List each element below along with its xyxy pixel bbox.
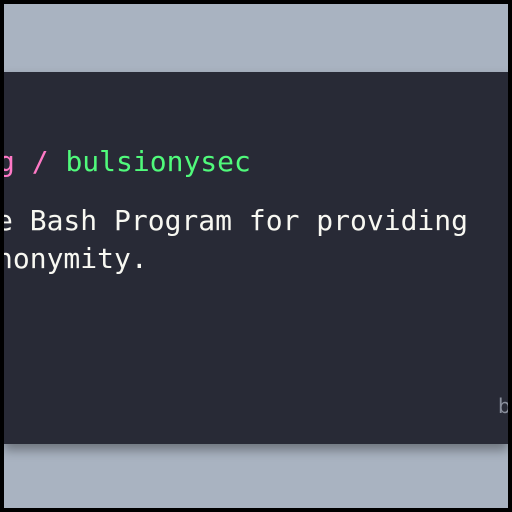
card-footer-fragment: b [498, 394, 508, 418]
repo-name[interactable]: bulsionysec [65, 145, 250, 178]
repo-card[interactable]: g / bulsionysec e Bash Program for provi… [4, 72, 508, 444]
description-line-2: nonymity. [4, 242, 148, 275]
viewport: g / bulsionysec e Bash Program for provi… [4, 4, 508, 508]
screen-frame: g / bulsionysec e Bash Program for provi… [0, 0, 512, 512]
repo-owner[interactable]: g [4, 145, 15, 178]
repo-separator: / [14, 145, 66, 178]
repo-description: e Bash Program for providing nonymity. [4, 202, 508, 278]
repo-title[interactable]: g / bulsionysec [4, 144, 251, 180]
description-line-1: e Bash Program for providing [4, 204, 469, 237]
